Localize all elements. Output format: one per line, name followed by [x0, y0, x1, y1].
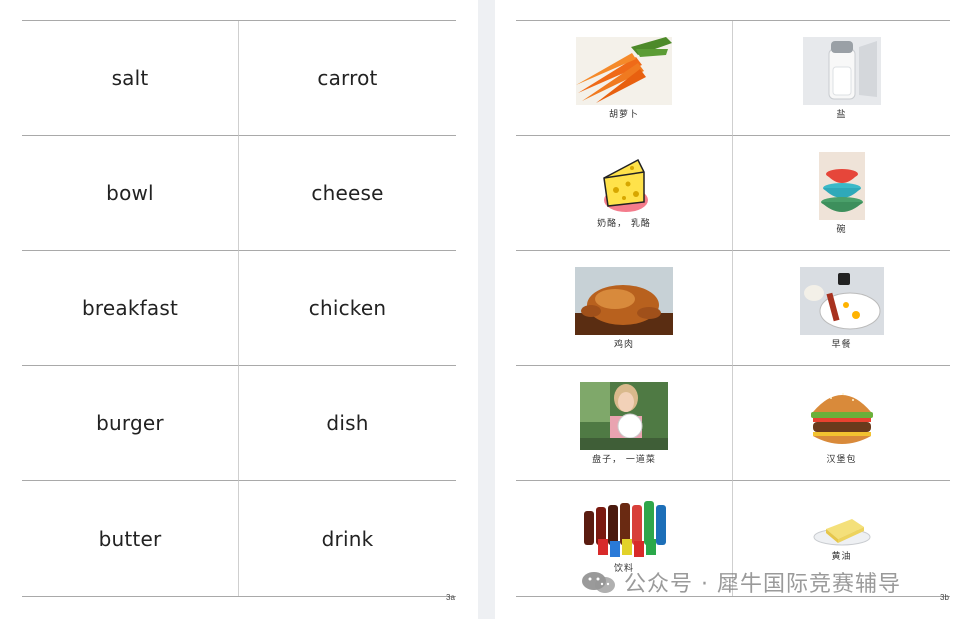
word-card: breakfast [22, 251, 239, 366]
chinese-caption: 汉堡包 [826, 455, 857, 465]
word-card: dish [239, 366, 456, 481]
chinese-caption: 胡萝卜 [608, 110, 639, 120]
picture-card: 早餐 [733, 251, 950, 366]
chinese-caption: 早餐 [831, 340, 852, 350]
cheese-image [603, 158, 648, 212]
word-label: cheese [311, 181, 384, 205]
breakfast-plate-image [799, 267, 884, 335]
word-card: drink [239, 481, 456, 596]
word-card: bowl [22, 136, 239, 251]
wechat-icon [582, 572, 615, 593]
drinks-image [584, 501, 666, 557]
word-card-page: salt carrot bowl cheese breakfast chicke… [0, 0, 478, 619]
word-label: dish [326, 411, 369, 435]
girl-with-plate-image [580, 382, 668, 450]
word-label: butter [98, 526, 162, 551]
picture-card: 胡萝卜 [516, 21, 733, 136]
word-label: breakfast [82, 296, 178, 320]
chinese-caption: 鸡肉 [613, 340, 634, 350]
picture-card: 奶酪， 乳酪 [516, 136, 733, 251]
word-label: burger [96, 411, 164, 435]
word-label: carrot [317, 66, 378, 90]
chinese-caption: 盘子， 一道菜 [592, 455, 656, 465]
watermark: 公众号 · 犀牛国际竞赛辅导 [580, 566, 901, 598]
chinese-caption: 黄油 [831, 552, 852, 562]
word-label: bowl [106, 181, 154, 205]
word-card: cheese [239, 136, 456, 251]
word-label: drink [321, 526, 374, 551]
word-grid: salt carrot bowl cheese breakfast chicke… [22, 20, 456, 597]
picture-card-page: 胡萝卜 盐 奶酪， 乳酪 碗 鸡肉 早餐 盘子， 一道菜 汉堡包 饮料 黄油 3… [495, 0, 973, 619]
word-card: butter [22, 481, 239, 596]
page-number: 3a [446, 593, 455, 602]
watermark-text: 公众号 · 犀牛国际竞赛辅导 [624, 572, 901, 597]
chinese-caption: 奶酪， 乳酪 [597, 219, 651, 229]
picture-card: 盐 [733, 21, 950, 136]
bowls-image [818, 152, 865, 220]
picture-card: 鸡肉 [516, 251, 733, 366]
picture-grid: 胡萝卜 盐 奶酪， 乳酪 碗 鸡肉 早餐 盘子， 一道菜 汉堡包 饮料 黄油 [516, 20, 950, 597]
roast-chicken-image [575, 267, 673, 335]
word-card: burger [22, 366, 239, 481]
carrot-image [576, 37, 672, 105]
word-card: carrot [239, 21, 456, 136]
word-label: chicken [308, 296, 387, 320]
butter-image [813, 519, 870, 546]
chinese-caption: 碗 [836, 225, 847, 235]
word-card: chicken [239, 251, 456, 366]
salt-shaker-image [802, 37, 881, 105]
page-number: 3b [940, 593, 949, 602]
picture-card: 碗 [733, 136, 950, 251]
chinese-caption: 盐 [836, 110, 847, 120]
picture-card: 汉堡包 [733, 366, 950, 481]
picture-card: 盘子， 一道菜 [516, 366, 733, 481]
burger-image [810, 393, 873, 444]
word-label: salt [111, 66, 149, 90]
word-card: salt [22, 21, 239, 136]
